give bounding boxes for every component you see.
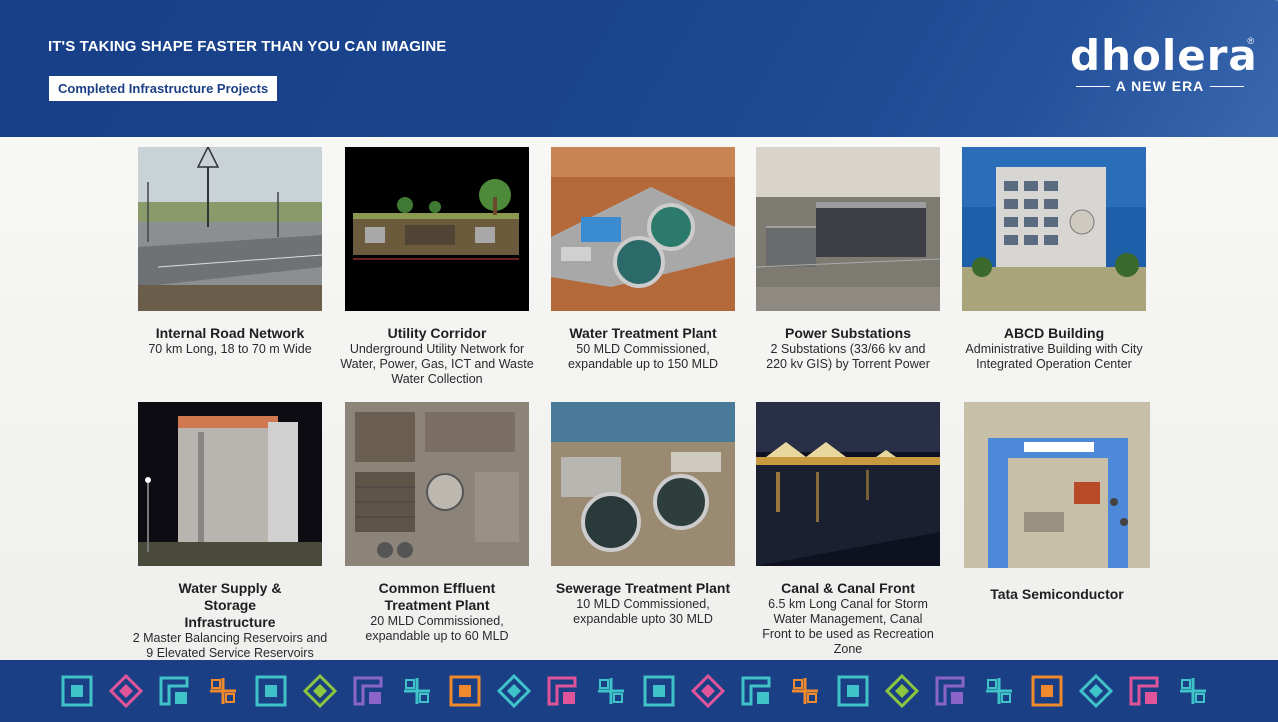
stp-photo	[551, 402, 735, 566]
logo-wordmark: dholera	[1070, 31, 1258, 80]
project-description: 6.5 km Long Canal for Storm Water Manage…	[762, 597, 934, 656]
project-description: 50 MLD Commissioned, expandable up to 15…	[567, 342, 719, 371]
project-title: Canal & Canal Front	[781, 580, 915, 596]
utility-corridor-diagram	[345, 147, 529, 311]
page-tagline: IT'S TAKING SHAPE FASTER THAN YOU CAN IM…	[48, 38, 447, 55]
pattern-icon	[1129, 676, 1159, 706]
project-card: Canal & Canal Front 6.5 km Long Canal fo…	[746, 580, 950, 657]
project-title: Water Supply & Storage Infrastructure	[178, 580, 282, 630]
header-banner: IT'S TAKING SHAPE FASTER THAN YOU CAN IM…	[0, 0, 1278, 137]
project-title: Tata Semiconductor	[990, 586, 1124, 602]
logo-subtitle-row: A NEW ERA	[1070, 78, 1250, 94]
project-card: ABCD Building Administrative Building wi…	[952, 325, 1156, 372]
footer-band	[0, 660, 1278, 722]
project-title: Common Effluent Treatment Plant	[378, 580, 496, 613]
pattern-icon	[985, 678, 1012, 704]
project-description: 20 MLD Commissioned, expandable up to 60…	[365, 614, 509, 643]
project-description: Underground Utility Network for Water, P…	[340, 342, 534, 386]
project-title: Water Treatment Plant	[569, 325, 717, 341]
project-title: ABCD Building	[1003, 325, 1105, 341]
water-plant-photo	[551, 147, 735, 311]
pattern-icon	[61, 675, 93, 707]
pattern-icon	[159, 676, 189, 706]
project-card: Common Effluent Treatment Plant 20 MLD C…	[335, 580, 539, 644]
substation-photo	[756, 147, 940, 311]
pattern-icon	[1179, 678, 1206, 704]
pattern-icon	[108, 674, 143, 708]
project-title: Internal Road Network	[155, 325, 305, 341]
project-card: Water Treatment Plant 50 MLD Commissione…	[541, 325, 745, 372]
pattern-icon	[741, 676, 771, 706]
pattern-icon	[403, 678, 430, 704]
project-description: 10 MLD Commissioned, expandable upto 30 …	[573, 597, 713, 626]
project-card: Utility Corridor Underground Utility Net…	[335, 325, 539, 387]
logo-rule-right	[1210, 85, 1245, 87]
pattern-icon	[209, 678, 236, 704]
pattern-icon	[302, 674, 337, 708]
pattern-icon	[884, 674, 919, 708]
project-description: 2 Substations (33/66 kv and 220 kv GIS) …	[766, 342, 930, 371]
project-card: Power Substations 2 Substations (33/66 k…	[746, 325, 950, 372]
logo-subtitle: A NEW ERA	[1115, 78, 1205, 94]
pattern-icon	[690, 674, 725, 708]
section-label: Completed Infrastructure Projects	[49, 76, 278, 101]
road-photo	[138, 147, 322, 311]
canal-photo	[756, 402, 940, 566]
project-title: Power Substations	[784, 325, 912, 341]
pattern-icon	[1031, 675, 1063, 707]
cetp-photo	[345, 402, 529, 566]
project-description: 70 km Long, 18 to 70 m Wide	[148, 342, 312, 356]
project-title: Utility Corridor	[387, 325, 487, 341]
project-card: Tata Semiconductor	[955, 586, 1159, 603]
project-title: Sewerage Treatment Plant	[555, 580, 731, 596]
pattern-icon	[547, 676, 577, 706]
pattern-icon	[1078, 674, 1113, 708]
project-card: Internal Road Network 70 km Long, 18 to …	[128, 325, 332, 357]
pattern-icon	[791, 678, 818, 704]
pattern-icon	[935, 676, 965, 706]
logo-registered-mark: ®	[1247, 36, 1254, 46]
pattern-icon	[449, 675, 481, 707]
pattern-icon	[837, 675, 869, 707]
projects-area: Internal Road Network 70 km Long, 18 to …	[0, 137, 1278, 660]
pattern-icon	[643, 675, 675, 707]
project-description: 2 Master Balancing Reservoirs and 9 Elev…	[132, 631, 328, 660]
pattern-icon	[353, 676, 383, 706]
footer-pattern-strip	[60, 674, 1210, 708]
pattern-icon	[496, 674, 531, 708]
dholera-logo: dholera ® A NEW ERA	[1070, 31, 1258, 96]
project-card: Water Supply & Storage Infrastructure 2 …	[128, 580, 332, 661]
tata-semiconductor-photo	[964, 402, 1150, 568]
logo-rule-left	[1075, 85, 1110, 87]
pattern-icon	[255, 675, 287, 707]
project-card: Sewerage Treatment Plant 10 MLD Commissi…	[541, 580, 745, 627]
project-description: Administrative Building with City Integr…	[965, 342, 1143, 371]
pattern-icon	[597, 678, 624, 704]
reservoir-photo	[138, 402, 322, 566]
abcd-building-photo	[962, 147, 1146, 311]
